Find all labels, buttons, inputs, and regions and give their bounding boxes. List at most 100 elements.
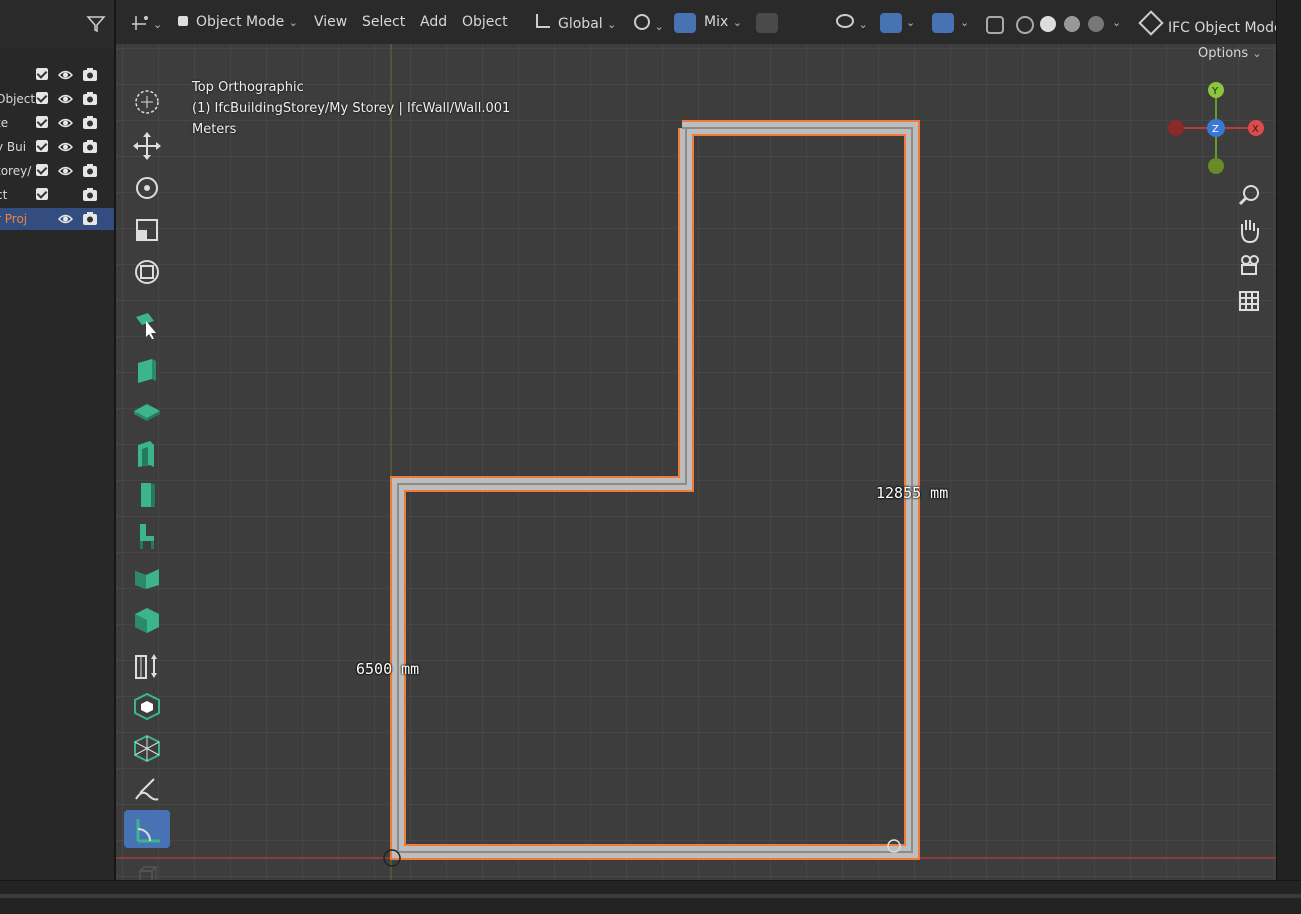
eye-icon[interactable] <box>58 116 73 130</box>
camera-icon[interactable] <box>82 67 98 82</box>
gizmo-neg-y-axis[interactable] <box>1208 158 1224 174</box>
outliner-row[interactable] <box>0 64 114 86</box>
sidebar-collapsed-strip[interactable] <box>1276 0 1301 913</box>
tool-measure[interactable] <box>124 810 170 848</box>
ifc-logo-icon <box>1138 10 1164 36</box>
timeline-scrollbar[interactable] <box>0 894 1301 898</box>
eye-icon[interactable] <box>58 212 73 226</box>
snap-label: Mix <box>704 14 729 30</box>
dimension-left-label: 6500 mm <box>356 660 420 678</box>
zoom-icon <box>1238 185 1259 206</box>
exclude-checkbox[interactable] <box>36 164 48 176</box>
tool-shading[interactable] <box>124 686 170 724</box>
tool-slab[interactable] <box>124 392 170 430</box>
camera-icon[interactable] <box>82 115 98 130</box>
tool-door[interactable] <box>124 434 170 472</box>
shading-caret[interactable]: ⌄ <box>1112 14 1121 30</box>
menu-view[interactable]: View <box>314 14 347 30</box>
3d-viewport[interactable] <box>116 0 1276 880</box>
exclude-checkbox[interactable] <box>36 92 48 104</box>
tool-move[interactable] <box>124 126 170 164</box>
tool-rotate[interactable] <box>124 168 170 206</box>
tool-annotate[interactable] <box>124 770 170 808</box>
camera-icon[interactable] <box>82 187 98 202</box>
tool-extrude[interactable] <box>124 646 170 684</box>
camera-view-button[interactable] <box>1232 250 1268 282</box>
camera-icon[interactable] <box>82 163 98 178</box>
menu-select[interactable]: Select <box>362 14 405 30</box>
menu-add[interactable]: Add <box>420 14 447 30</box>
tool-transform[interactable] <box>124 252 170 290</box>
camera-icon[interactable] <box>82 139 98 154</box>
outliner-row[interactable]: torey/ <box>0 160 114 182</box>
xray-toggle-icon[interactable] <box>986 16 1004 34</box>
move-tool-icon <box>133 132 161 160</box>
eye-icon[interactable] <box>58 140 73 154</box>
tool-element[interactable] <box>124 600 170 638</box>
exclude-checkbox[interactable] <box>36 188 48 200</box>
gizmo-y-label: Y <box>1211 86 1219 97</box>
pivot-selector[interactable]: ⌄ <box>634 14 664 34</box>
tool-cursor[interactable] <box>124 82 170 120</box>
outliner-row[interactable]: te <box>0 112 114 134</box>
eye-icon[interactable] <box>58 68 73 82</box>
wall-tool-icon <box>138 359 156 383</box>
pivot-icon <box>634 14 650 30</box>
view-units: Meters <box>192 122 237 137</box>
filter-icon[interactable] <box>86 14 106 34</box>
outliner-row[interactable]: Object <box>0 88 114 110</box>
editor-type-icon[interactable] <box>132 14 152 32</box>
wireframe-shading-icon[interactable] <box>1016 16 1034 34</box>
outliner-row[interactable]: r Proj <box>0 208 114 230</box>
beam-tool-icon <box>135 569 159 589</box>
ifc-select-icon <box>136 313 156 339</box>
exclude-checkbox[interactable] <box>36 116 48 128</box>
tool-select-ifc[interactable] <box>124 306 170 344</box>
pan-button[interactable] <box>1232 214 1268 246</box>
mode-selector[interactable]: Object Mode ⌄ <box>178 14 298 30</box>
gizmo-x-label: X <box>1252 124 1259 135</box>
eye-icon[interactable] <box>58 164 73 178</box>
gizmo-neg-x-axis[interactable] <box>1168 120 1184 136</box>
overlay-toggle-icon[interactable] <box>932 13 954 33</box>
gizmo-toggle-icon[interactable] <box>880 13 902 33</box>
rendered-shading-icon[interactable] <box>1088 16 1104 32</box>
tool-wireframe[interactable] <box>124 728 170 766</box>
furniture-tool-icon <box>140 524 154 549</box>
ortho-toggle-button[interactable] <box>1232 286 1268 318</box>
tool-scale[interactable] <box>124 210 170 248</box>
tool-shelf <box>124 60 170 890</box>
zoom-button[interactable] <box>1232 180 1268 212</box>
viewport-header: ⌄ Object Mode ⌄ View Select Add Object G… <box>116 0 1283 44</box>
exclude-checkbox[interactable] <box>36 68 48 80</box>
door-tool-icon <box>138 441 154 467</box>
column-tool-icon <box>141 483 155 507</box>
orientation-selector[interactable]: Global ⌄ <box>536 14 616 32</box>
ifc-mode-selector[interactable]: IFC Object Mode <box>1138 10 1283 36</box>
ifc-wall-outline[interactable] <box>390 120 920 860</box>
outliner-row-label: ct <box>0 188 8 202</box>
rotate-tool-icon <box>136 177 158 199</box>
visibility-selector[interactable]: ⌄ <box>836 14 868 32</box>
camera-icon[interactable] <box>82 91 98 106</box>
tool-beam[interactable] <box>124 558 170 596</box>
camera-icon[interactable] <box>82 211 98 226</box>
material-shading-icon[interactable] <box>1064 16 1080 32</box>
tool-wall[interactable] <box>124 350 170 388</box>
editor-type-caret[interactable]: ⌄ <box>153 16 162 32</box>
outliner-row[interactable]: y Bui <box>0 136 114 158</box>
menu-object[interactable]: Object <box>462 14 508 30</box>
options-dropdown[interactable]: Options ⌄ <box>1198 46 1262 61</box>
proportional-edit-icon[interactable] <box>756 13 778 33</box>
solid-shading-icon[interactable] <box>1040 16 1056 32</box>
eye-icon[interactable] <box>58 92 73 106</box>
snap-selector[interactable]: Mix ⌄ <box>704 14 742 30</box>
gizmo-caret[interactable]: ⌄ <box>906 14 915 30</box>
tool-column[interactable] <box>124 474 170 512</box>
exclude-checkbox[interactable] <box>36 140 48 152</box>
overlay-caret[interactable]: ⌄ <box>960 14 969 30</box>
navigation-gizmo[interactable]: Y X Z <box>1160 76 1272 180</box>
snap-toggle-icon[interactable] <box>674 13 696 33</box>
outliner-row[interactable]: ct <box>0 184 114 206</box>
tool-furniture[interactable] <box>124 516 170 554</box>
